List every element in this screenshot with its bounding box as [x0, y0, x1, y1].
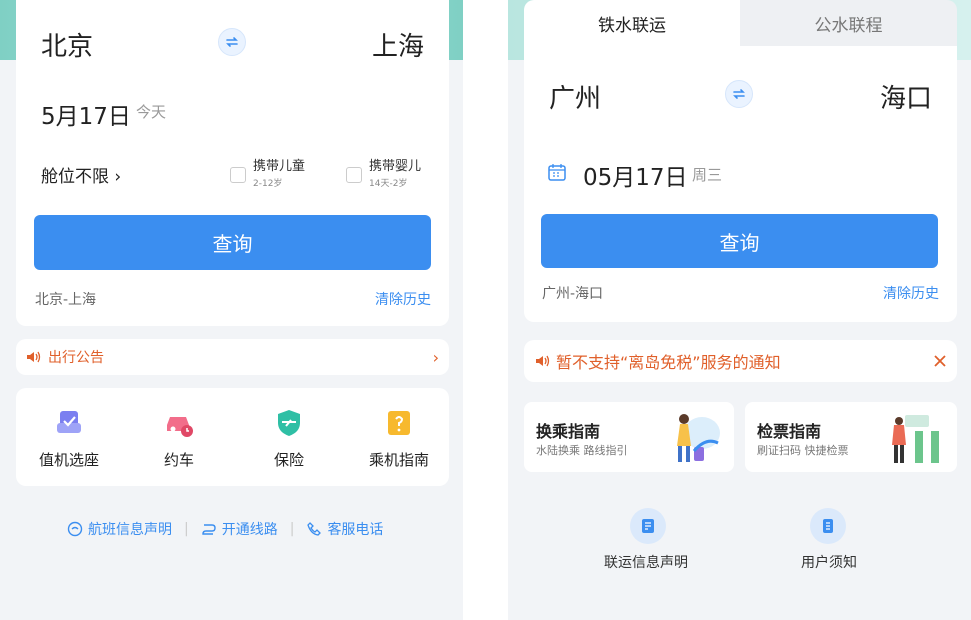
joint-transport-statement-label[interactable]: 联运信息声明	[604, 552, 688, 572]
speaker-icon	[27, 351, 41, 363]
infant-checkbox[interactable]	[346, 167, 362, 183]
search-history-item[interactable]: 广州-海口	[542, 283, 603, 303]
swap-icon	[226, 37, 238, 47]
rail-sea-search-panel: 铁水联运 公水联程 广州 海口 05月17日 周三 查询 广州-海口 清除历史 …	[508, 0, 971, 620]
child-age: 2-12岁	[253, 179, 283, 189]
search-button[interactable]: 查询	[541, 214, 938, 268]
service-guide[interactable]: 乘机指南	[349, 407, 449, 470]
infant-age: 14天-2岁	[369, 179, 408, 189]
departure-date[interactable]: 5月17日	[41, 97, 131, 131]
rail-sea-search-card: 广州 海口 05月17日 周三 查询 广州-海口 清除历史	[524, 46, 957, 322]
to-city[interactable]: 海口	[880, 78, 932, 115]
seat-icon	[57, 411, 81, 433]
flight-search-card: 北京 上海 5月17日 今天 舱位不限 › 携带儿童 2-12岁 携带婴儿 14…	[16, 0, 449, 326]
duty-free-notice-bar[interactable]: 暂不支持“离岛免税”服务的通知	[524, 340, 957, 382]
swap-cities-button[interactable]	[218, 28, 246, 56]
transfer-guide-card[interactable]: 换乘指南 水陆换乘 路线指引	[524, 402, 734, 472]
mode-tabs: 铁水联运 公水联程	[524, 0, 957, 46]
divider: |	[289, 521, 295, 537]
open-routes-link[interactable]: 开通线路	[222, 519, 278, 539]
search-button[interactable]: 查询	[34, 215, 431, 270]
notice-text: 暂不支持“离岛免税”服务的通知	[556, 353, 781, 372]
shield-icon	[278, 410, 300, 436]
swap-icon	[733, 89, 745, 99]
infant-label: 携带婴儿	[369, 159, 422, 174]
search-history-item[interactable]: 北京-上海	[35, 289, 96, 309]
date-tag: 今天	[136, 103, 167, 121]
flight-search-panel: 北京 上海 5月17日 今天 舱位不限 › 携带儿童 2-12岁 携带婴儿 14…	[0, 0, 463, 620]
clear-history-link[interactable]: 清除历史	[883, 283, 939, 303]
guide-title: 检票指南	[757, 422, 822, 441]
user-notice-label[interactable]: 用户须知	[801, 552, 857, 572]
guide-icon	[388, 411, 410, 435]
service-label: 乘机指南	[368, 451, 429, 469]
flight-info-statement-link[interactable]: 航班信息声明	[88, 519, 172, 539]
child-label: 携带儿童	[253, 159, 306, 174]
guide-subtitle: 刷证扫码 快捷检票	[757, 444, 849, 457]
cabin-class-selector[interactable]: 舱位不限 ›	[41, 162, 121, 187]
service-check-in[interactable]: 值机选座	[19, 407, 119, 470]
route-icon	[202, 524, 216, 535]
guide-title: 换乘指南	[536, 422, 601, 441]
calendar-icon	[548, 164, 566, 181]
notice-icon	[823, 519, 833, 533]
tab-road-sea[interactable]: 公水联程	[740, 0, 957, 46]
tab-rail-sea[interactable]: 铁水联运	[524, 0, 740, 46]
traveler-illustration-icon	[677, 414, 720, 462]
service-label: 值机选座	[38, 451, 99, 469]
divider: |	[184, 521, 189, 537]
service-label: 保险	[273, 451, 304, 469]
services-grid: 值机选座 约车 保险 乘机指南	[16, 388, 449, 486]
from-city[interactable]: 广州	[549, 78, 601, 115]
gate-illustration-icon	[892, 415, 939, 463]
service-insurance[interactable]: 保险	[239, 407, 339, 470]
travel-notice-text: 出行公告	[48, 350, 104, 366]
swap-cities-button[interactable]	[725, 80, 753, 108]
ticket-check-guide-card[interactable]: 检票指南 刷证扫码 快捷检票	[745, 402, 957, 472]
service-car[interactable]: 约车	[129, 407, 229, 470]
from-city[interactable]: 北京	[41, 26, 93, 63]
close-icon[interactable]	[933, 354, 947, 368]
chevron-right-icon: ›	[432, 347, 439, 367]
weekday: 周三	[692, 166, 723, 184]
clear-history-link[interactable]: 清除历史	[375, 289, 431, 309]
car-icon	[167, 417, 193, 437]
document-icon	[642, 519, 654, 533]
child-checkbox[interactable]	[230, 167, 246, 183]
departure-date[interactable]: 05月17日	[583, 158, 688, 192]
guide-subtitle: 水陆换乘 路线指引	[536, 444, 628, 457]
info-icon	[67, 521, 83, 537]
phone-icon	[307, 522, 322, 536]
customer-service-link[interactable]: 客服电话	[327, 519, 383, 539]
joint-transport-statement-button[interactable]	[630, 508, 666, 544]
service-label: 约车	[163, 451, 194, 469]
to-city[interactable]: 上海	[372, 26, 424, 63]
travel-notice-bar[interactable]: 出行公告 ›	[16, 339, 449, 375]
user-notice-button[interactable]	[810, 508, 846, 544]
speaker-icon	[536, 355, 550, 367]
footer-links: 航班信息声明 | 开通线路 | 客服电话	[67, 519, 383, 539]
